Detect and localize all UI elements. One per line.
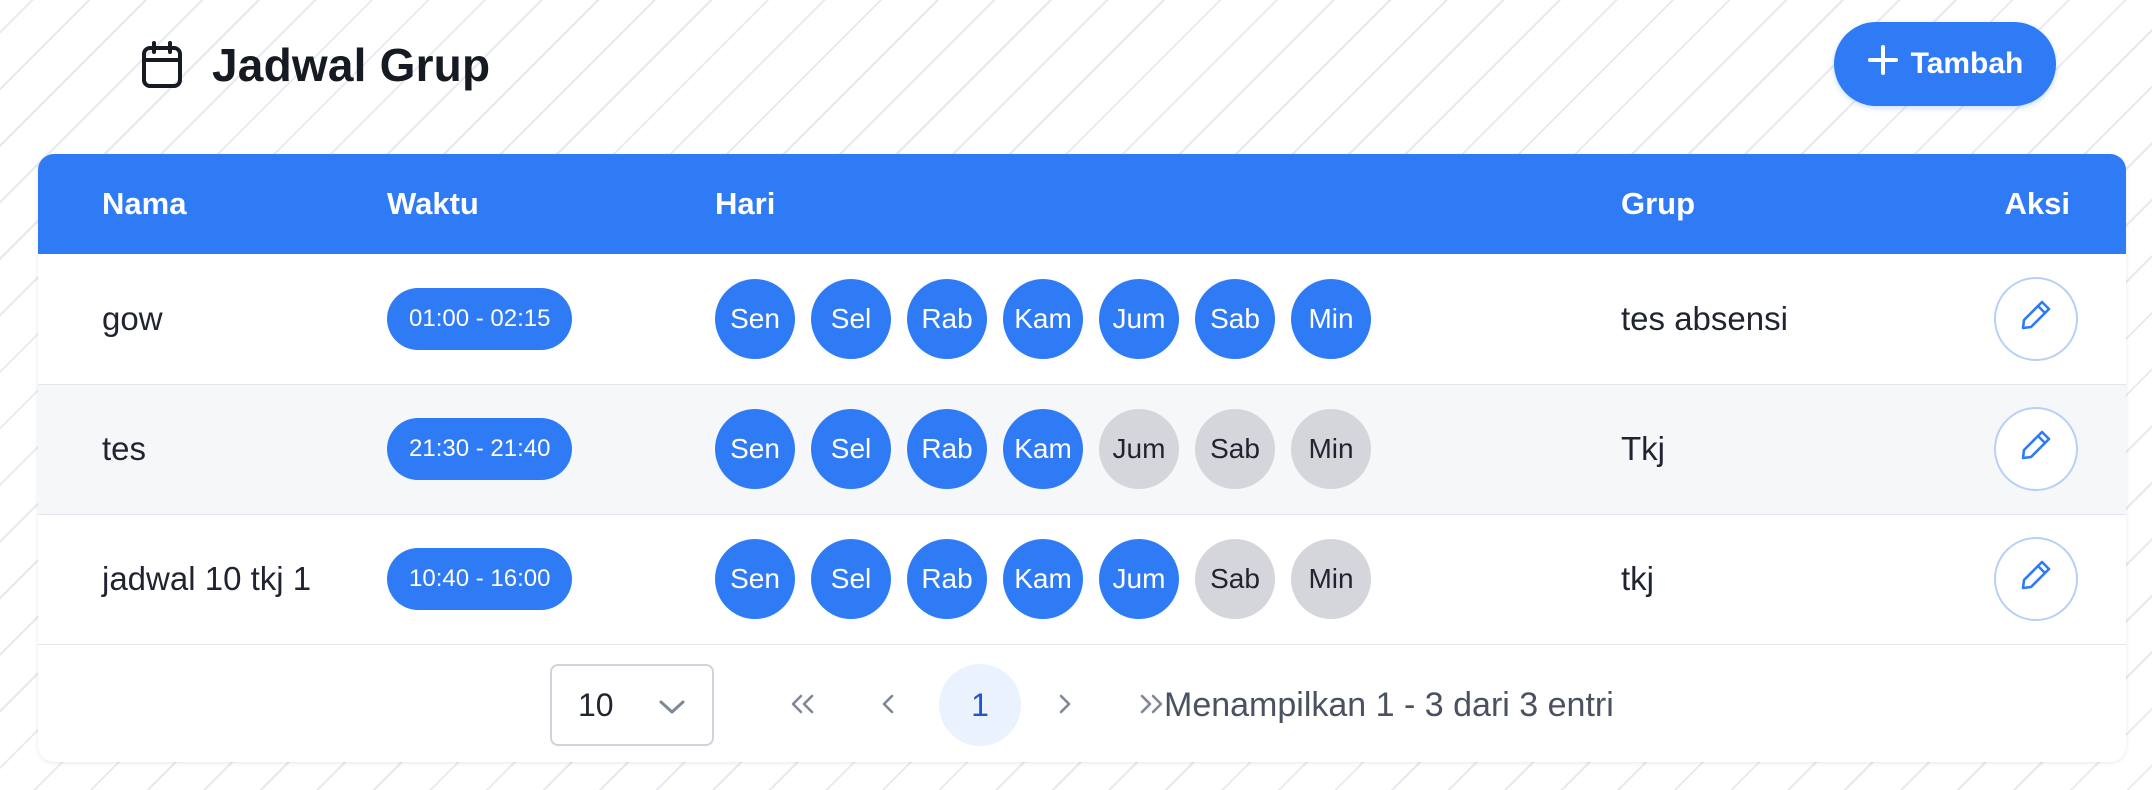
pencil-icon <box>2018 427 2054 471</box>
day-list: Sen Sel Rab Kam Jum Sab Min <box>715 278 1621 359</box>
day-badge: Rab <box>907 539 987 619</box>
day-list: Sen Sel Rab Kam Jum Sab Min <box>715 539 1621 619</box>
day-badge: Rab <box>907 409 987 489</box>
day-list: Sen Sel Rab Kam Jum Sab Min <box>715 409 1621 489</box>
day-badge: Sen <box>715 409 795 489</box>
per-page-value: 10 <box>578 686 614 723</box>
day-badge: Sel <box>811 278 891 359</box>
table-header-row: Nama Waktu Hari Grup Aksi <box>38 154 2126 254</box>
table-row: jadwal 10 tkj 1 10:40 - 16:00 Sen Sel Rab Kam… <box>38 514 2126 644</box>
page-header: Jadwal Grup <box>140 30 490 100</box>
row-aksi-cell <box>1941 254 2126 384</box>
day-badge: Sel <box>811 409 891 489</box>
day-badge: Sen <box>715 539 795 619</box>
edit-button[interactable] <box>1994 407 2078 491</box>
edit-button[interactable] <box>1994 276 2078 361</box>
calendar-icon <box>140 40 184 90</box>
edit-button[interactable] <box>1994 537 2078 621</box>
header-grup: Grup <box>1621 186 1696 221</box>
row-waktu-cell: 10:40 - 16:00 <box>387 514 715 644</box>
schedule-table-card: Nama Waktu Hari Grup Aksi gow 01:00 - 02:… <box>38 154 2126 762</box>
prev-page-button[interactable] <box>848 664 930 746</box>
pencil-icon <box>2018 557 2054 601</box>
row-aksi-cell <box>1941 514 2126 644</box>
row-grup: tes absensi <box>1621 299 1788 337</box>
day-badge: Kam <box>1003 409 1083 489</box>
row-grup: Tkj <box>1621 430 1665 467</box>
day-badge: Jum <box>1099 539 1179 619</box>
row-hari-cell: Sen Sel Rab Kam Jum Sab Min <box>715 254 1621 384</box>
day-badge: Sab <box>1195 409 1275 489</box>
plus-icon <box>1867 44 1899 84</box>
page-title: Jadwal Grup <box>212 39 491 91</box>
day-badge: Min <box>1291 539 1371 619</box>
row-waktu-cell: 01:00 - 02:15 <box>387 254 715 384</box>
day-badge: Sen <box>715 278 795 359</box>
pencil-icon <box>2018 297 2054 341</box>
add-button-label: Tambah <box>1910 47 2024 80</box>
chevron-left-icon <box>879 687 899 724</box>
day-badge: Min <box>1291 278 1371 359</box>
next-page-button[interactable] <box>1023 664 1105 746</box>
day-badge: Kam <box>1003 539 1083 619</box>
entries-summary: Menampilkan 1 - 3 dari 3 entri <box>1164 685 1614 724</box>
page-1-button[interactable]: 1 <box>939 664 1021 746</box>
day-badge: Kam <box>1003 278 1083 359</box>
chevron-down-icon <box>658 687 686 724</box>
schedule-table: Nama Waktu Hari Grup Aksi gow 01:00 - 02:… <box>38 154 2126 645</box>
day-badge: Jum <box>1099 278 1179 359</box>
pagination-bar: 10 1 Menampilkan 1 - 3 dari 3 entri <box>38 644 2126 762</box>
header-aksi: Aksi <box>2004 186 2070 221</box>
time-badge: 21:30 - 21:40 <box>387 418 573 480</box>
row-nama: tes <box>102 430 147 467</box>
per-page-select[interactable]: 10 <box>550 664 714 746</box>
row-hari-cell: Sen Sel Rab Kam Jum Sab Min <box>715 384 1621 514</box>
day-badge: Jum <box>1099 409 1179 489</box>
header-nama: Nama <box>102 186 187 221</box>
row-hari-cell: Sen Sel Rab Kam Jum Sab Min <box>715 514 1621 644</box>
chevron-right-icon <box>1054 687 1074 724</box>
row-waktu-cell: 21:30 - 21:40 <box>387 384 715 514</box>
day-badge: Min <box>1291 409 1371 489</box>
table-row: tes 21:30 - 21:40 Sen Sel Rab Kam Jum Sab Min Tkj <box>38 384 2126 514</box>
day-badge: Rab <box>907 278 987 359</box>
time-badge: 10:40 - 16:00 <box>387 548 573 610</box>
double-chevron-left-icon <box>787 687 817 724</box>
day-badge: Sab <box>1195 278 1275 359</box>
double-chevron-right-icon <box>1137 687 1167 724</box>
day-badge: Sab <box>1195 539 1275 619</box>
row-grup: tkj <box>1621 560 1654 597</box>
time-badge: 01:00 - 02:15 <box>387 287 573 350</box>
row-aksi-cell <box>1941 384 2126 514</box>
first-page-button[interactable] <box>761 664 843 746</box>
row-nama: gow <box>102 299 163 337</box>
header-waktu: Waktu <box>387 186 479 221</box>
header-hari: Hari <box>715 186 776 221</box>
table-row: gow 01:00 - 02:15 Sen Sel Rab Kam Jum Sab Min tes… <box>38 254 2126 384</box>
row-nama: jadwal 10 tkj 1 <box>102 560 312 597</box>
day-badge: Sel <box>811 539 891 619</box>
add-schedule-button[interactable]: Tambah <box>1834 22 2056 106</box>
